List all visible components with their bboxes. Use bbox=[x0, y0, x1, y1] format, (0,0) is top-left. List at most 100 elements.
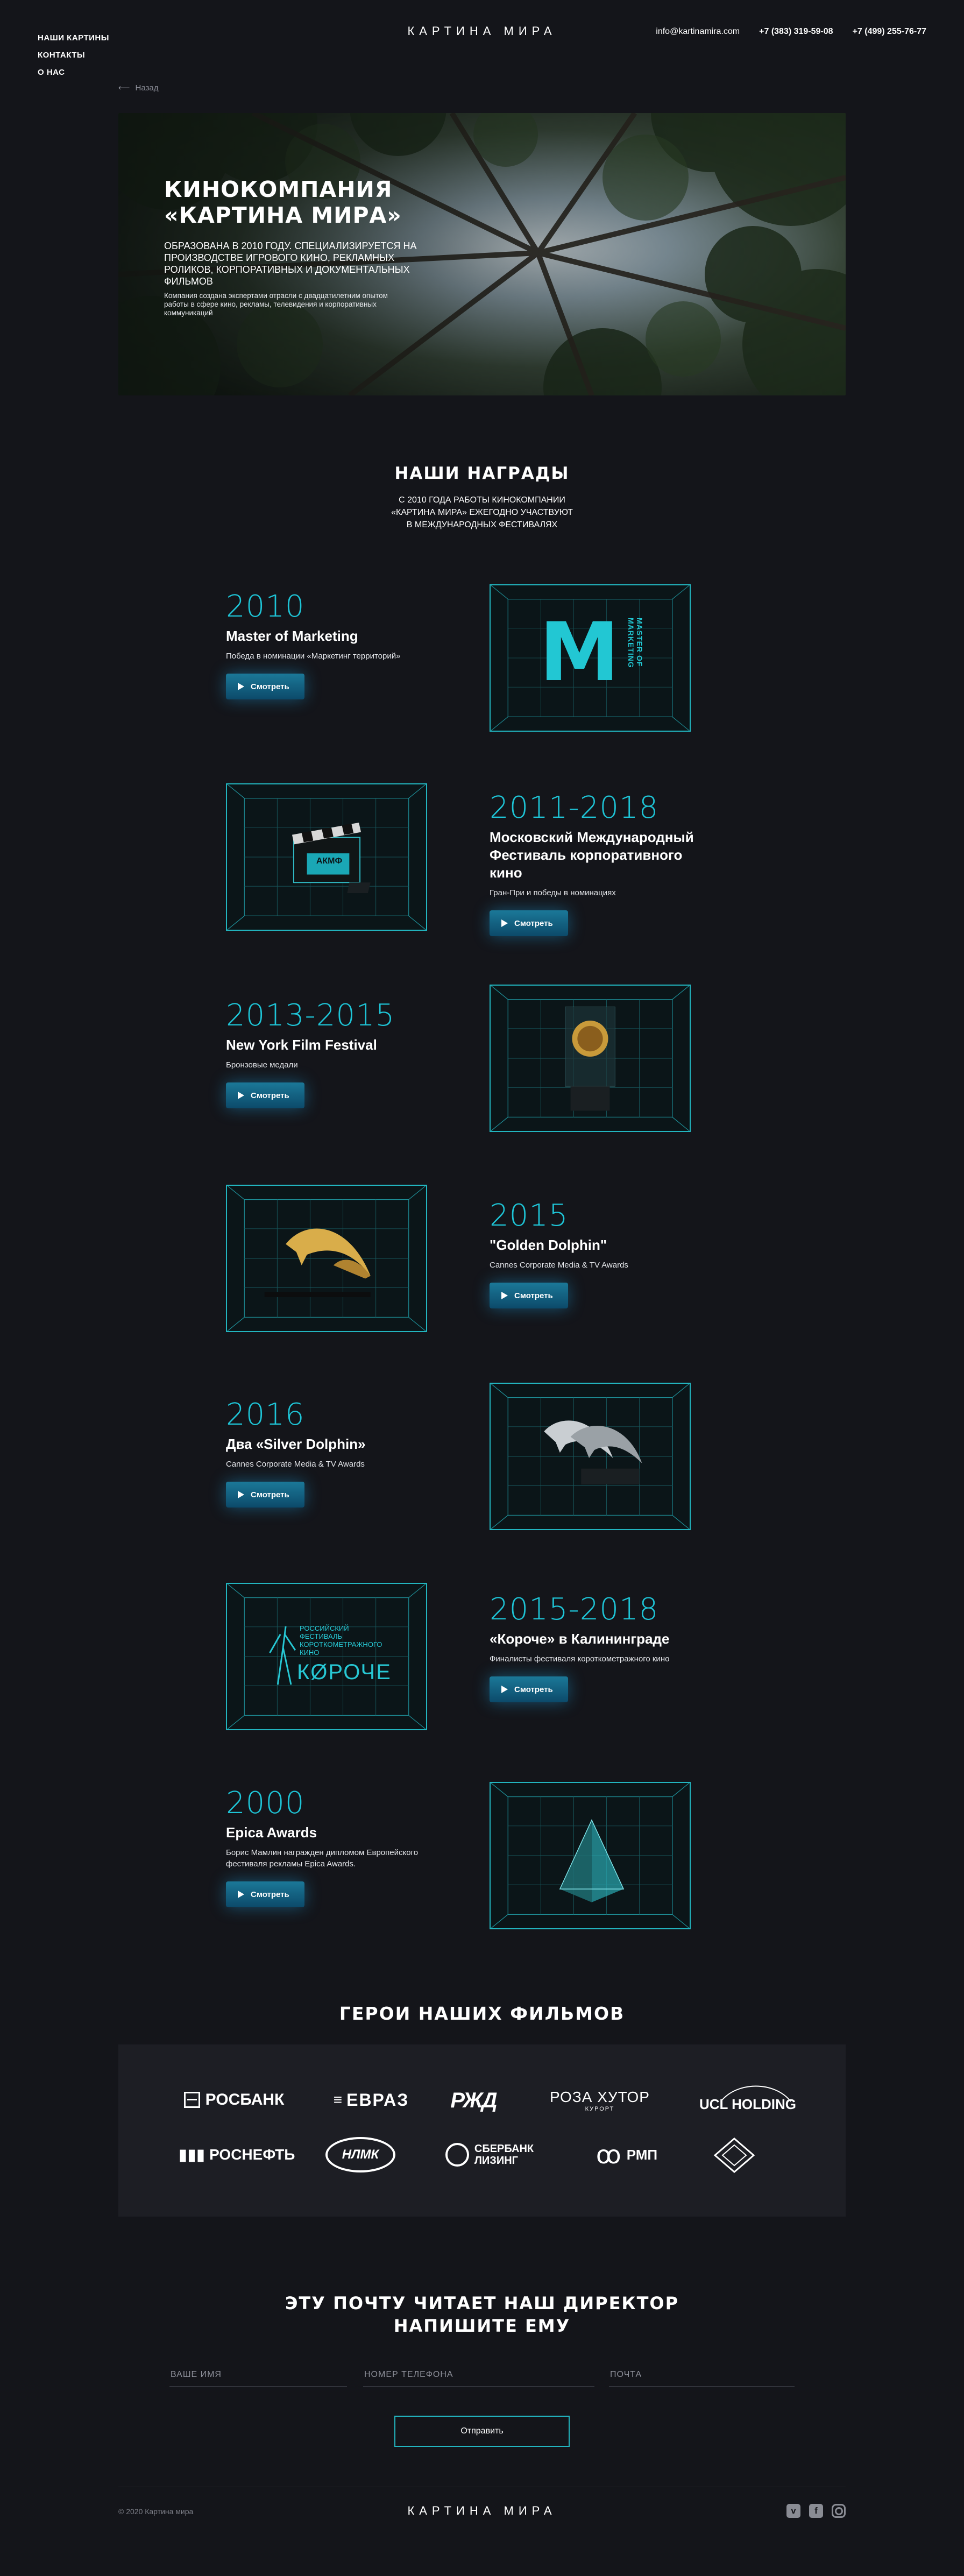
award-desc: Бронзовые медали bbox=[226, 1060, 298, 1070]
watch-button[interactable]: Смотреть bbox=[490, 1283, 568, 1308]
nav-about[interactable]: О НАС bbox=[38, 64, 109, 81]
play-icon bbox=[501, 919, 508, 927]
awards-title: НАШИ НАГРАДЫ bbox=[394, 464, 570, 483]
rosbank-icon bbox=[183, 2092, 200, 2108]
play-icon bbox=[238, 683, 244, 690]
award-desc: Cannes Corporate Media & TV Awards bbox=[226, 1460, 365, 1469]
logo-text: UCL HOLDING bbox=[699, 2096, 797, 2112]
play-icon bbox=[238, 1092, 244, 1099]
grid-frame bbox=[491, 986, 690, 1131]
logo-text-line: СБЕРБАНК bbox=[474, 2143, 534, 2155]
watch-label: Смотреть bbox=[251, 1091, 289, 1100]
hero-subtitle: ОБРАЗОВАНА В 2010 ГОДУ. СПЕЦИАЛИЗИРУЕТСЯ… bbox=[164, 240, 417, 287]
award-year: 2016 bbox=[226, 1397, 305, 1432]
arrow-left-icon: ⟵ bbox=[118, 83, 130, 93]
award-desc: Гран-При и победы в номинациях bbox=[490, 888, 616, 897]
logo-text: РОСБАНК bbox=[205, 2091, 285, 2108]
grid-frame bbox=[227, 1186, 426, 1331]
award-desc: Cannes Corporate Media & TV Awards bbox=[490, 1261, 628, 1270]
watch-button[interactable]: Смотреть bbox=[226, 674, 304, 699]
mm-logo-caption: MASTER OF MARKETING bbox=[622, 618, 644, 693]
contact-title: ЭТУ ПОЧТУ ЧИТАЕТ НАШ ДИРЕКТОР НАПИШИТЕ Е… bbox=[285, 2293, 679, 2336]
grid-frame bbox=[227, 1584, 426, 1729]
watch-button[interactable]: Смотреть bbox=[490, 910, 568, 936]
glass-pyramid bbox=[559, 1819, 625, 1902]
rmp-icon: ꝏ bbox=[596, 2141, 621, 2169]
award-name: Два «Silver Dolphin» bbox=[226, 1436, 366, 1452]
logo-text: СБЕРБАНК ЛИЗИНГ bbox=[474, 2143, 534, 2167]
sberbank-leasing-logo: СБЕРБАНК ЛИЗИНГ bbox=[433, 2135, 546, 2175]
nlmk-logo: НЛМК bbox=[325, 2137, 395, 2172]
watch-button[interactable]: Смотреть bbox=[226, 1082, 304, 1108]
sberbank-icon bbox=[445, 2143, 469, 2167]
watch-label: Смотреть bbox=[514, 918, 553, 928]
korotche-line: РОССИЙСКИЙ bbox=[300, 1624, 349, 1632]
silver-dolphins bbox=[544, 1420, 642, 1485]
social-links: v f bbox=[786, 2504, 846, 2518]
grid-frame bbox=[491, 1783, 690, 1928]
play-icon bbox=[238, 1891, 244, 1898]
header-phone-1[interactable]: +7 (383) 319-59-08 bbox=[759, 27, 833, 37]
logo-text: НЛМК bbox=[342, 2147, 379, 2162]
award-item-2016: 2016 Два «Silver Dolphin» Cannes Corpora… bbox=[226, 1399, 452, 1508]
award-name: New York Film Festival bbox=[226, 1037, 377, 1053]
play-icon bbox=[238, 1491, 244, 1498]
heroes-title: ГЕРОИ НАШИХ ФИЛЬМОВ bbox=[339, 2003, 625, 2024]
client-logos-panel: РОСБАНК ≡ ЕВРАЗ РЖД РОЗА ХУТОР КУРОРТ UC… bbox=[118, 2044, 846, 2217]
watch-label: Смотреть bbox=[514, 1685, 553, 1694]
back-link[interactable]: ⟵ Назад bbox=[118, 83, 159, 93]
award-item-2010: 2010 Master of Marketing Победа в номина… bbox=[226, 591, 452, 699]
watch-button[interactable]: Смотреть bbox=[226, 1482, 304, 1508]
back-label: Назад bbox=[135, 83, 159, 93]
play-icon bbox=[501, 1292, 508, 1299]
award-name: Master of Marketing bbox=[226, 628, 358, 644]
logo-text: РМП bbox=[626, 2146, 658, 2163]
clapper-label: АКМФ bbox=[316, 857, 343, 866]
awards-subtitle-line: «КАРТИНА МИРА» ЕЖЕГОДНО УЧАСТВУЮТ bbox=[391, 508, 573, 517]
mm-logo-line: MARKETING bbox=[627, 618, 635, 668]
phone-input[interactable] bbox=[363, 2365, 597, 2385]
korotche-figure bbox=[269, 1626, 296, 1685]
award-year: 2013-2015 bbox=[226, 998, 395, 1033]
rosbank-logo: РОСБАНК bbox=[175, 2087, 293, 2112]
award-image-corporate-festival: АКМФ bbox=[226, 783, 427, 931]
korotche-logo: КØРОЧЕ bbox=[297, 1660, 392, 1684]
facebook-icon[interactable]: f bbox=[809, 2504, 823, 2518]
logo-text-line: ЛИЗИНГ bbox=[474, 2155, 518, 2167]
header-email[interactable]: info@kartinamira.com bbox=[656, 27, 740, 37]
name-input[interactable] bbox=[169, 2365, 349, 2385]
evraz-icon: ≡ bbox=[333, 2091, 343, 2108]
award-desc: Борис Мамлин награжден дипломом Европейс… bbox=[226, 1848, 419, 1869]
hero-content: КИНОКОМПАНИЯ «КАРТИНА МИРА» ОБРАЗОВАНА В… bbox=[164, 176, 444, 317]
awards-subtitle-line: В МЕЖДУНАРОДНЫХ ФЕСТИВАЛЯХ bbox=[406, 520, 558, 529]
ucl-holding-logo: UCL HOLDING bbox=[689, 2081, 807, 2115]
award-image-korotche: РОССИЙСКИЙ ФЕСТИВАЛЬ КОРОТКОМЕТРАЖНОГО К… bbox=[226, 1583, 427, 1730]
award-year: 2015-2018 bbox=[490, 1592, 659, 1627]
roza-khutor-logo: РОЗА ХУТОР КУРОРТ bbox=[535, 2084, 664, 2117]
bronze-medal bbox=[565, 1006, 615, 1111]
watch-button[interactable]: Смотреть bbox=[226, 1881, 304, 1907]
watch-button[interactable]: Смотреть bbox=[490, 1676, 568, 1702]
korotche-line: КИНО bbox=[300, 1648, 320, 1657]
submit-button[interactable]: Отправить bbox=[394, 2416, 570, 2447]
grid-frame bbox=[491, 1384, 690, 1529]
hero-title: КИНОКОМПАНИЯ «КАРТИНА МИРА» bbox=[164, 176, 402, 228]
award-image-master-of-marketing: M MASTER OF MARKETING bbox=[490, 584, 691, 732]
vimeo-icon[interactable]: v bbox=[786, 2504, 800, 2518]
award-year: 2015 bbox=[490, 1198, 569, 1233]
logo-text: РОСНЕФТЬ bbox=[209, 2146, 295, 2163]
watch-label: Смотреть bbox=[251, 1490, 289, 1499]
watch-label: Смотреть bbox=[251, 1889, 289, 1899]
header-phone-2[interactable]: +7 (499) 255-76-77 bbox=[853, 27, 926, 37]
instagram-icon[interactable] bbox=[832, 2504, 846, 2518]
rosneft-icon: ▮▮▮ bbox=[178, 2146, 205, 2164]
award-item-2011-2018: 2011-2018 Московский Международный Фести… bbox=[490, 792, 715, 936]
nav-contacts[interactable]: КОНТАКТЫ bbox=[38, 47, 109, 64]
phone-field bbox=[363, 2365, 597, 2387]
header-contacts: info@kartinamira.com +7 (383) 319-59-08 … bbox=[656, 27, 926, 37]
diamond-icon bbox=[713, 2138, 755, 2173]
awards-subtitle: С 2010 ГОДА РАБОТЫ КИНОКОМПАНИИ «КАРТИНА… bbox=[0, 494, 964, 531]
logo-text: РЖД bbox=[450, 2088, 497, 2112]
watch-label: Смотреть bbox=[251, 682, 289, 691]
email-input[interactable] bbox=[609, 2365, 797, 2385]
